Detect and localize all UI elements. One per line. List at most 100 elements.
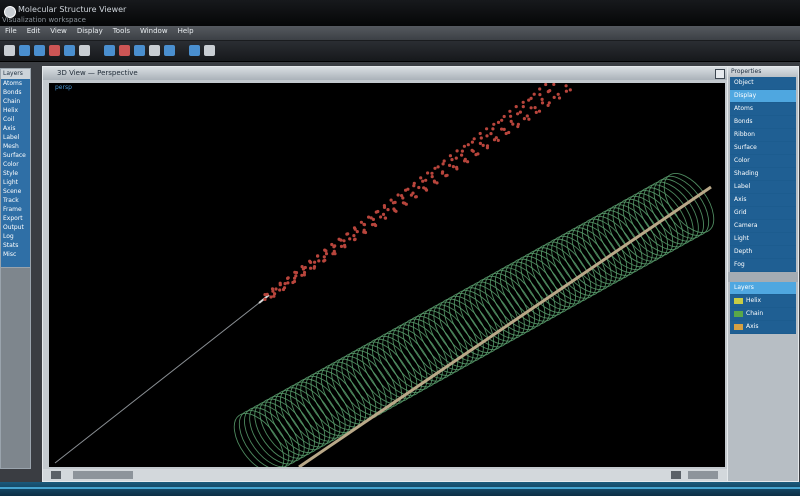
timeline-slider[interactable]	[73, 471, 133, 479]
chain-atom	[430, 175, 434, 179]
layer-row[interactable]: Export	[1, 214, 30, 223]
property-item[interactable]: Camera	[730, 220, 796, 233]
property-item[interactable]: Fog	[730, 259, 796, 272]
chain-atom	[379, 215, 383, 219]
chain-atom	[422, 186, 426, 190]
chain-atom	[514, 105, 518, 109]
display-layer-label: Chain	[746, 310, 764, 317]
layer-row[interactable]: Bonds	[1, 88, 30, 97]
menu-edit[interactable]: Edit	[22, 26, 46, 36]
save-icon[interactable]	[34, 45, 45, 56]
chain-atom	[538, 93, 542, 97]
select-icon[interactable]	[189, 45, 200, 56]
property-item[interactable]: Color	[730, 155, 796, 168]
paste-icon[interactable]	[79, 45, 90, 56]
chain-atom	[436, 165, 440, 169]
layer-row[interactable]: Scene	[1, 187, 30, 196]
undo-icon[interactable]	[104, 45, 115, 56]
chain-atom	[373, 222, 377, 226]
chain-atom	[466, 143, 470, 147]
chain-atom	[294, 271, 299, 275]
rotate-icon[interactable]	[149, 45, 160, 56]
layers-panel-header: Layers	[1, 69, 30, 79]
cut-icon[interactable]	[49, 45, 60, 56]
property-item[interactable]: Surface	[730, 142, 796, 155]
display-layer-item[interactable]: Helix	[730, 295, 796, 308]
layer-row[interactable]: Frame	[1, 205, 30, 214]
menu-view[interactable]: View	[45, 26, 72, 36]
property-item[interactable]: Atoms	[730, 103, 796, 116]
property-item[interactable]: Display	[730, 90, 796, 103]
3d-viewport-canvas[interactable]: persp	[49, 83, 725, 467]
zoom-icon[interactable]	[134, 45, 145, 56]
display-layer-item[interactable]: Chain	[730, 308, 796, 321]
layer-row[interactable]: Stats	[1, 241, 30, 250]
property-item[interactable]: Axis	[730, 194, 796, 207]
chain-atom	[479, 136, 483, 140]
folder-icon[interactable]	[19, 45, 30, 56]
chain-atom	[508, 109, 512, 113]
view-icon[interactable]	[671, 471, 681, 479]
layer-row[interactable]: Axis	[1, 124, 30, 133]
chain-atom	[460, 149, 464, 153]
menu-tools[interactable]: Tools	[108, 26, 135, 36]
display-layer-item[interactable]: Layers	[730, 282, 796, 295]
status-icon[interactable]	[51, 471, 61, 479]
chain-atom	[544, 83, 548, 87]
layer-row[interactable]: Mesh	[1, 142, 30, 151]
display-layer-label: Layers	[734, 284, 754, 291]
property-item[interactable]: Object	[730, 77, 796, 90]
chain-atom	[411, 191, 415, 195]
property-item[interactable]: Bonds	[730, 116, 796, 129]
doc-icon[interactable]	[4, 45, 15, 56]
menu-help[interactable]: Help	[173, 26, 199, 36]
chain-atom	[317, 259, 321, 263]
chain-atom	[371, 217, 375, 221]
layer-row[interactable]: Chain	[1, 97, 30, 106]
chain-atom	[381, 212, 386, 216]
menu-file[interactable]: File	[0, 26, 22, 36]
menu-window[interactable]: Window	[135, 26, 173, 36]
chain-atom	[424, 188, 429, 192]
chain-atom	[504, 131, 508, 136]
layer-row[interactable]: Color	[1, 160, 30, 169]
property-item[interactable]: Light	[730, 233, 796, 246]
viewport-statusbar	[43, 469, 729, 481]
layer-row[interactable]: Helix	[1, 106, 30, 115]
chain-atom	[540, 97, 544, 101]
layer-row[interactable]: Label	[1, 133, 30, 142]
layer-row[interactable]: Surface	[1, 151, 30, 160]
property-item[interactable]: Depth	[730, 246, 796, 259]
property-item[interactable]: Grid	[730, 207, 796, 220]
layer-row[interactable]: Atoms	[1, 79, 30, 88]
zoom-control[interactable]	[688, 471, 718, 479]
property-item[interactable]: Shading	[730, 168, 796, 181]
maximize-icon[interactable]	[715, 69, 725, 79]
color-swatch-icon	[734, 310, 743, 317]
menu-display[interactable]: Display	[72, 26, 108, 36]
layer-row[interactable]: Log	[1, 232, 30, 241]
grid-icon[interactable]	[164, 45, 175, 56]
redo-icon[interactable]	[119, 45, 130, 56]
chain-atom	[481, 143, 485, 147]
color-swatch-icon	[734, 323, 743, 330]
chain-atom	[518, 110, 522, 114]
chain-atom	[263, 297, 267, 301]
layer-row[interactable]: Style	[1, 169, 30, 178]
display-layer-item[interactable]: Axis	[730, 321, 796, 334]
chain-atom	[478, 141, 482, 145]
copy-icon[interactable]	[64, 45, 75, 56]
central-axis-rod	[298, 185, 712, 467]
chain-atom	[533, 106, 537, 110]
chain-atom	[516, 125, 520, 129]
property-item[interactable]: Label	[730, 181, 796, 194]
layer-row[interactable]: Misc	[1, 250, 30, 259]
camera-icon[interactable]	[204, 45, 215, 56]
property-item[interactable]: Ribbon	[730, 129, 796, 142]
layer-row[interactable]: Track	[1, 196, 30, 205]
layer-row[interactable]: Light	[1, 178, 30, 187]
layer-row[interactable]: Coil	[1, 115, 30, 124]
chain-atom	[538, 87, 542, 91]
chain-atom	[348, 237, 352, 241]
layer-row[interactable]: Output	[1, 223, 30, 232]
